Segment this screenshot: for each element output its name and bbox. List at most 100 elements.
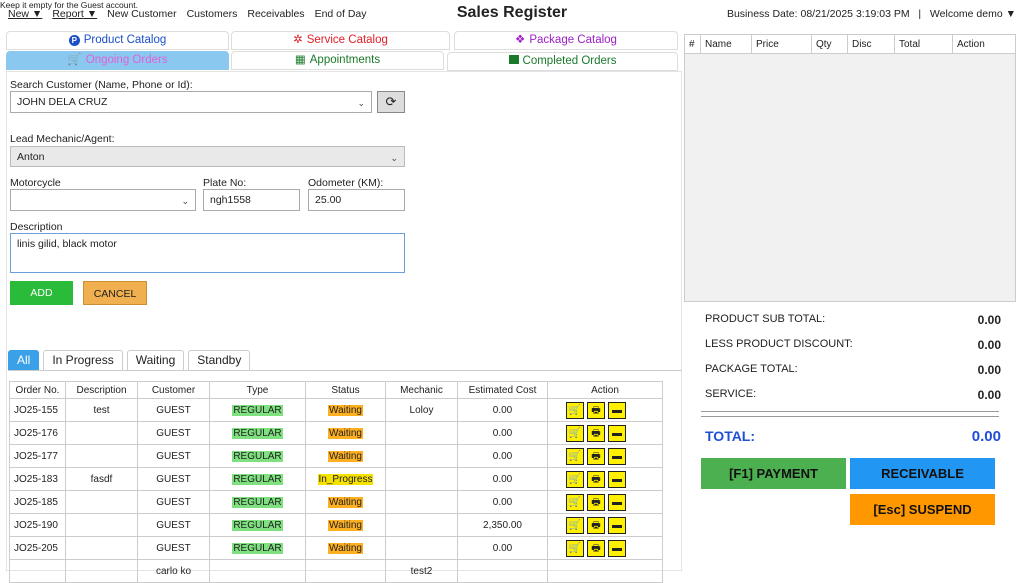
estimated-cost-cell (457, 559, 548, 583)
folder-open-icon[interactable]: ▬ (608, 470, 626, 488)
subtab-in-progress[interactable]: In Progress (43, 350, 123, 370)
description-cell (65, 513, 138, 537)
customer-cell: GUEST (137, 421, 210, 445)
cart-header-row: # Name Price Qty Disc Total Action (685, 35, 1015, 54)
status-cell-badge: Waiting (328, 496, 363, 508)
package-icon: ❖ (515, 34, 526, 46)
type-cell-badge: REGULAR (232, 404, 283, 416)
folder-open-icon[interactable]: ▬ (608, 539, 626, 557)
customer-select-value: JOHN DELA CRUZ (17, 96, 108, 108)
subtab-all[interactable]: All (8, 350, 40, 370)
receivable-button[interactable]: RECEIVABLE (850, 458, 995, 489)
description-cell (65, 490, 138, 514)
tab-package-catalog[interactable]: ❖ Package Catalog (454, 31, 678, 50)
odometer-label: Odometer (KM): (308, 177, 384, 189)
gears-icon: ✲ (293, 34, 303, 46)
table-row[interactable]: carlo ko test2 (9, 559, 663, 583)
col-mechanic: Mechanic (385, 381, 458, 399)
cart-icon[interactable]: 🛒 (566, 470, 584, 488)
estimated-cost-cell: 0.00 (457, 421, 548, 445)
folder-open-icon[interactable]: ▬ (608, 447, 626, 465)
cancel-button[interactable]: CANCEL (83, 281, 147, 305)
type-cell: REGULAR (209, 421, 306, 445)
print-icon[interactable]: 🖶 (587, 493, 605, 511)
suspend-button[interactable]: [Esc] SUSPEND (850, 494, 995, 525)
mechanic-cell (385, 513, 458, 537)
print-icon[interactable]: 🖶 (587, 424, 605, 442)
refresh-customer-button[interactable]: ⟳ (377, 91, 405, 113)
print-icon[interactable]: 🖶 (587, 447, 605, 465)
motorcycle-select[interactable]: ⌄ (10, 189, 196, 211)
table-row[interactable]: JO25-185 GUEST REGULAR Waiting 0.00 🛒 🖶 ▬ (9, 490, 663, 514)
cart-icon[interactable]: 🛒 (566, 424, 584, 442)
product-subtotal-row: PRODUCT SUB TOTAL: 0.00 (705, 313, 1001, 327)
package-total-label: PACKAGE TOTAL: (705, 363, 798, 375)
mechanic-select-value: Anton (17, 151, 45, 163)
status-cell-badge: Waiting (328, 542, 363, 554)
order-no-cell: JO25-185 (9, 490, 66, 514)
cart-icon[interactable]: 🛒 (566, 447, 584, 465)
cart-table: # Name Price Qty Disc Total Action (684, 34, 1016, 302)
type-cell: REGULAR (209, 513, 306, 537)
package-total-value: 0.00 (977, 363, 1001, 377)
order-no-cell (9, 559, 66, 583)
customer-select[interactable]: JOHN DELA CRUZ ⌄ (10, 91, 372, 113)
action-cell: 🛒 🖶 ▬ (547, 490, 663, 514)
top-bar: New ▼ Report ▼ New Customer Customers Re… (0, 0, 1024, 28)
tab-service-catalog[interactable]: ✲ Service Catalog (231, 31, 450, 50)
action-cell: 🛒 🖶 ▬ (547, 421, 663, 445)
action-cell (547, 559, 663, 583)
print-icon[interactable]: 🖶 (587, 401, 605, 419)
order-no-cell: JO25-183 (9, 467, 66, 491)
estimated-cost-cell: 0.00 (457, 398, 548, 422)
plate-input[interactable]: ngh1558 (203, 189, 300, 211)
order-no-cell: JO25-155 (9, 398, 66, 422)
table-row[interactable]: JO25-177 GUEST REGULAR Waiting 0.00 🛒 🖶 ▬ (9, 444, 663, 468)
description-cell (65, 536, 138, 560)
status-cell: In_Progress (305, 467, 386, 491)
col-action: Action (547, 381, 663, 399)
type-cell-badge: REGULAR (232, 427, 283, 439)
subtab-waiting[interactable]: Waiting (126, 350, 185, 370)
payment-button[interactable]: [F1] PAYMENT (701, 458, 846, 489)
status-cell-badge: Waiting (328, 450, 363, 462)
subtab-standby[interactable]: Standby (188, 350, 251, 370)
customer-cell: GUEST (137, 444, 210, 468)
add-button[interactable]: ADD (10, 281, 73, 305)
orders-header-row: Order No. Description Customer Type Stat… (9, 381, 663, 399)
service-value: 0.00 (977, 388, 1001, 402)
print-icon[interactable]: 🖶 (587, 516, 605, 534)
description-cell (65, 559, 138, 583)
mechanic-select[interactable]: Anton ⌄ (10, 146, 405, 167)
tab-product-catalog[interactable]: P Product Catalog (6, 31, 229, 50)
table-row[interactable]: JO25-183 fasdf GUEST REGULAR In_Progress 0.00… (9, 467, 663, 491)
type-cell-badge: REGULAR (232, 519, 283, 531)
service-label: SERVICE: (705, 388, 757, 400)
odometer-input[interactable]: 25.00 (308, 189, 405, 211)
cart-icon[interactable]: 🛒 (566, 401, 584, 419)
cart-icon[interactable]: 🛒 (566, 516, 584, 534)
col-customer: Customer (137, 381, 210, 399)
folder-open-icon[interactable]: ▬ (608, 493, 626, 511)
action-cell: 🛒 🖶 ▬ (547, 467, 663, 491)
table-row[interactable]: JO25-205 GUEST REGULAR Waiting 0.00 🛒 🖶 ▬ (9, 536, 663, 560)
description-textarea[interactable]: linis gilid, black motor (10, 233, 405, 273)
print-icon[interactable]: 🖶 (587, 470, 605, 488)
cart-icon[interactable]: 🛒 (566, 539, 584, 557)
folder-open-icon[interactable]: ▬ (608, 516, 626, 534)
table-row[interactable]: JO25-176 GUEST REGULAR Waiting 0.00 🛒 🖶 ▬ (9, 421, 663, 445)
cart-icon[interactable]: 🛒 (566, 493, 584, 511)
tab-ongoing-orders[interactable]: 🛒 Ongoing Orders (6, 51, 229, 70)
folder-open-icon[interactable]: ▬ (608, 401, 626, 419)
table-row[interactable]: JO25-190 GUEST REGULAR Waiting 2,350.00 🛒 🖶 ▬ (9, 513, 663, 537)
tab-completed-orders[interactable]: Completed Orders (447, 52, 678, 71)
description-cell (65, 421, 138, 445)
table-row[interactable]: JO25-155 test GUEST REGULAR Waiting Loloy 0.00… (9, 398, 663, 422)
estimated-cost-cell: 0.00 (457, 536, 548, 560)
folder-open-icon[interactable]: ▬ (608, 424, 626, 442)
welcome-user-menu[interactable]: Welcome demo ▼ (930, 8, 1016, 20)
customer-cell: GUEST (137, 513, 210, 537)
description-cell (65, 444, 138, 468)
tab-appointments[interactable]: ▦ Appointments (231, 51, 444, 70)
print-icon[interactable]: 🖶 (587, 539, 605, 557)
